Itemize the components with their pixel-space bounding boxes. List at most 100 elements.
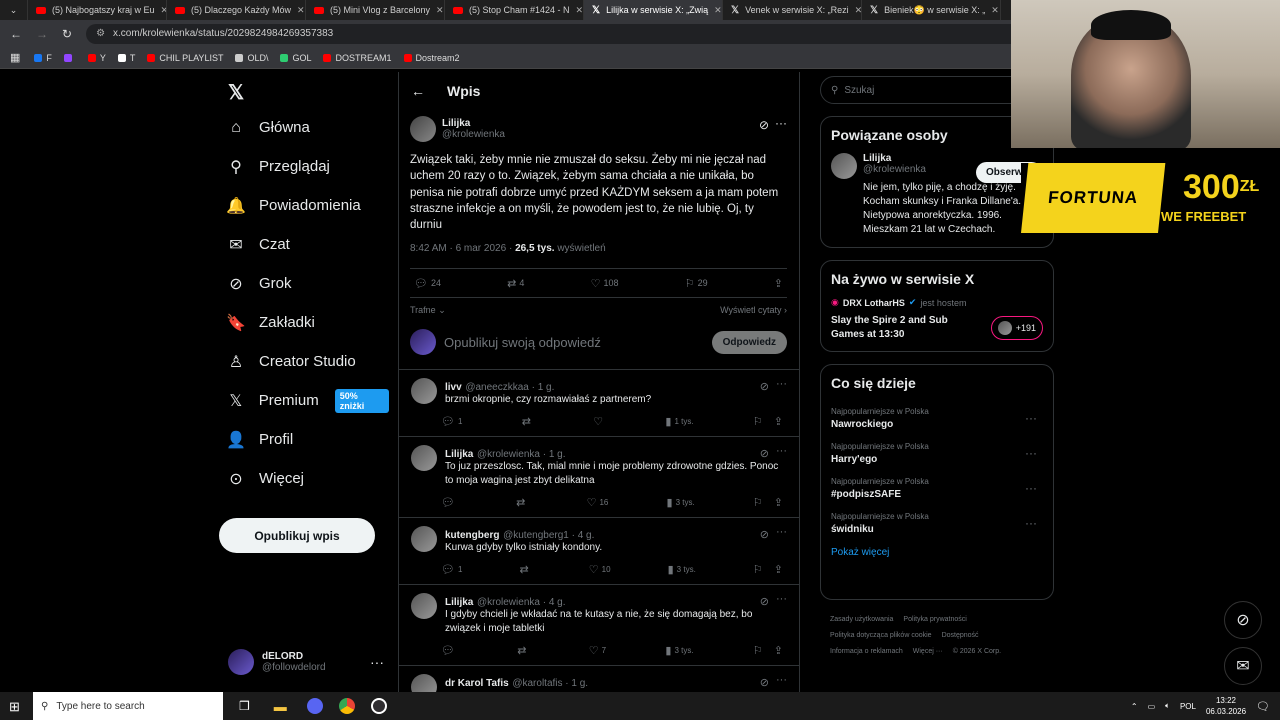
task-view-icon[interactable]: ❒ [239,699,250,713]
reply-action[interactable]: 💬︎ 1 [441,415,462,428]
reply-post[interactable]: kutengberg @kutengberg1 · 4 g. Kurwa gdy… [399,517,799,584]
bookmark-item[interactable]: F [34,53,52,63]
footer-link[interactable]: Zasady użytkowania [830,612,893,628]
apps-grid-icon[interactable]: ▦ [10,51,20,64]
author-name[interactable]: Lilijka [442,118,505,129]
back-icon[interactable]: ← [10,27,22,41]
tray-chevron-icon[interactable]: ⌃ [1131,702,1138,711]
reply-author-name[interactable]: Lilijka [445,449,473,460]
like-action[interactable]: ♡ [593,415,606,428]
live-host[interactable]: DRX LotharHS [843,298,905,308]
chrome-icon[interactable] [338,698,355,714]
views-action[interactable]: ▮ 3 tys. [668,563,696,576]
windows-start-icon[interactable]: ⊞ [9,699,20,715]
close-tab-icon[interactable]: ✕ [436,5,444,16]
bookmark-item[interactable]: DOSTREAM1 [323,53,392,63]
bookmark-item[interactable]: CHIL PLAYLIST [147,53,223,63]
trend-item[interactable]: Najpopularniejsze w Polska Harry'ego ··· [831,436,1043,471]
share-action[interactable]: ⇪ [774,277,783,290]
sort-dropdown[interactable]: Trafne ⌄ [410,305,446,316]
repost-action[interactable]: ⇄ [516,496,528,509]
bookmark-action[interactable]: ⚐ ⇪ [753,496,783,509]
reply-action[interactable]: 💬︎ [441,496,458,509]
messages-float-button[interactable]: ✉ [1224,647,1262,685]
grok-float-button[interactable]: ⊘ [1224,601,1262,639]
account-switcher[interactable]: dELORD @followdelord ··· [228,646,388,678]
file-explorer-icon[interactable]: ▬ [274,699,287,714]
more-icon[interactable]: ··· [776,378,787,390]
bookmark-item[interactable]: Y [87,53,106,63]
nav-item-more-circle[interactable]: ⊙ Więcej [219,459,389,498]
post-button[interactable]: Opublikuj wpis [219,518,375,553]
nav-item-x-premium[interactable]: 𝕏 Premium 50% zniżki [219,381,389,420]
grok-icon[interactable]: ⊘ [760,447,769,460]
like-action[interactable]: ♡ 16 [587,496,609,509]
more-icon[interactable]: ··· [1025,516,1037,530]
reply-author-name[interactable]: livv [445,382,462,393]
author-avatar[interactable] [410,116,436,142]
taskbar-search[interactable]: ⚲ Type here to search [33,692,223,720]
more-icon[interactable]: ··· [775,116,787,130]
bookmark-action[interactable]: ⚐ ⇪ [753,415,783,428]
close-tab-icon[interactable]: ✕ [576,5,583,16]
nav-item-profile[interactable]: 👤 Profil [219,420,389,459]
bookmark-item[interactable] [63,53,76,62]
reply-input[interactable]: Opublikuj swoją odpowiedź [444,335,704,350]
more-icon[interactable]: ··· [776,674,787,686]
reply-avatar[interactable] [411,445,437,472]
notifications-icon[interactable]: 🗨︎ [1256,700,1270,713]
close-tab-icon[interactable]: ✕ [297,5,305,16]
repost-action[interactable]: ⇄ [519,563,531,576]
bookmark-item[interactable]: T [117,53,135,63]
live-listener-count[interactable]: +191 [990,316,1043,340]
browser-tab[interactable]: (5) Mini Vlog z Barcelony ✕ [306,0,445,20]
discord-icon[interactable] [306,698,323,714]
browser-tab[interactable]: 𝕏 Lilijka w serwisie X: „Zwią ✕ [584,0,723,20]
show-more-link[interactable]: Pokaż więcej [831,547,1043,558]
x-logo-link[interactable]: 𝕏 [219,76,389,108]
like-action[interactable]: ♡ 10 [589,563,611,576]
grok-icon[interactable]: ⊘ [760,528,769,541]
live-space-title[interactable]: Slay the Spire 2 and Sub Games at 13:30 [831,314,981,342]
site-info-icon[interactable]: ⚙ [96,28,105,39]
grok-icon[interactable]: ⊘ [759,118,769,132]
views-action[interactable]: ▮ 1 tys. [665,415,693,428]
more-icon[interactable]: ··· [370,654,384,670]
more-icon[interactable]: ··· [776,593,787,605]
reply-post[interactable]: dr Karol Tafis @karoltafis · 1 g. ⊘ ··· … [399,665,799,692]
bookmark-item[interactable]: OLD\ [235,53,268,63]
reply-avatar[interactable] [411,526,437,553]
browser-tab[interactable]: (5) Dlaczego Każdy Mów ✕ [167,0,306,20]
bookmark-item[interactable]: GOL [280,53,311,63]
more-icon[interactable]: ··· [1025,446,1037,460]
volume-icon[interactable]: 🔈︎ [1165,701,1170,711]
views-action[interactable]: ▮ 3 tys. [667,496,695,509]
more-icon[interactable]: ··· [1025,481,1037,495]
reply-avatar[interactable] [411,674,437,692]
network-icon[interactable]: ▭ [1148,702,1156,711]
close-tab-icon[interactable]: ✕ [855,5,861,16]
browser-tab[interactable]: (5) Najbogatszy kraj w Eu✕ [28,0,167,20]
more-icon[interactable]: ··· [776,526,787,538]
views-action[interactable]: ▮ 3 tys. [665,644,693,657]
reply-action[interactable]: 💬︎ 1 [441,563,462,576]
browser-tab[interactable]: 𝕏 Venek w serwisie X: „Rezi ✕ [723,0,862,20]
related-avatar[interactable] [831,153,857,179]
tab-menu-icon[interactable]: ⌄ [0,0,28,20]
reply-author-name[interactable]: kutengberg [445,530,499,541]
reply-post[interactable]: Lilijka @krolewienka · 4 g. I gdyby chci… [399,584,799,665]
like-action[interactable]: ♡ 7 [589,644,606,657]
language-indicator[interactable]: POL [1180,702,1196,711]
nav-item-bookmark[interactable]: 🔖 Zakładki [219,303,389,342]
view-quotes-link[interactable]: Wyświetl cytaty › [720,305,787,316]
more-icon[interactable]: ··· [776,445,787,457]
grok-icon[interactable]: ⊘ [760,380,769,393]
bookmark-item[interactable]: Dostream2 [403,53,460,63]
browser-tab[interactable]: (5) Stop Cham #1424 - N ✕ [445,0,584,20]
more-icon[interactable]: ··· [1025,411,1037,425]
forward-icon[interactable]: → [36,27,48,41]
repost-action[interactable]: ⇄ [517,644,529,657]
reply-post[interactable]: Lilijka @krolewienka · 1 g. To juz przes… [399,436,799,517]
grok-icon[interactable]: ⊘ [760,595,769,608]
footer-link[interactable]: Informacja o reklamach [830,644,903,660]
